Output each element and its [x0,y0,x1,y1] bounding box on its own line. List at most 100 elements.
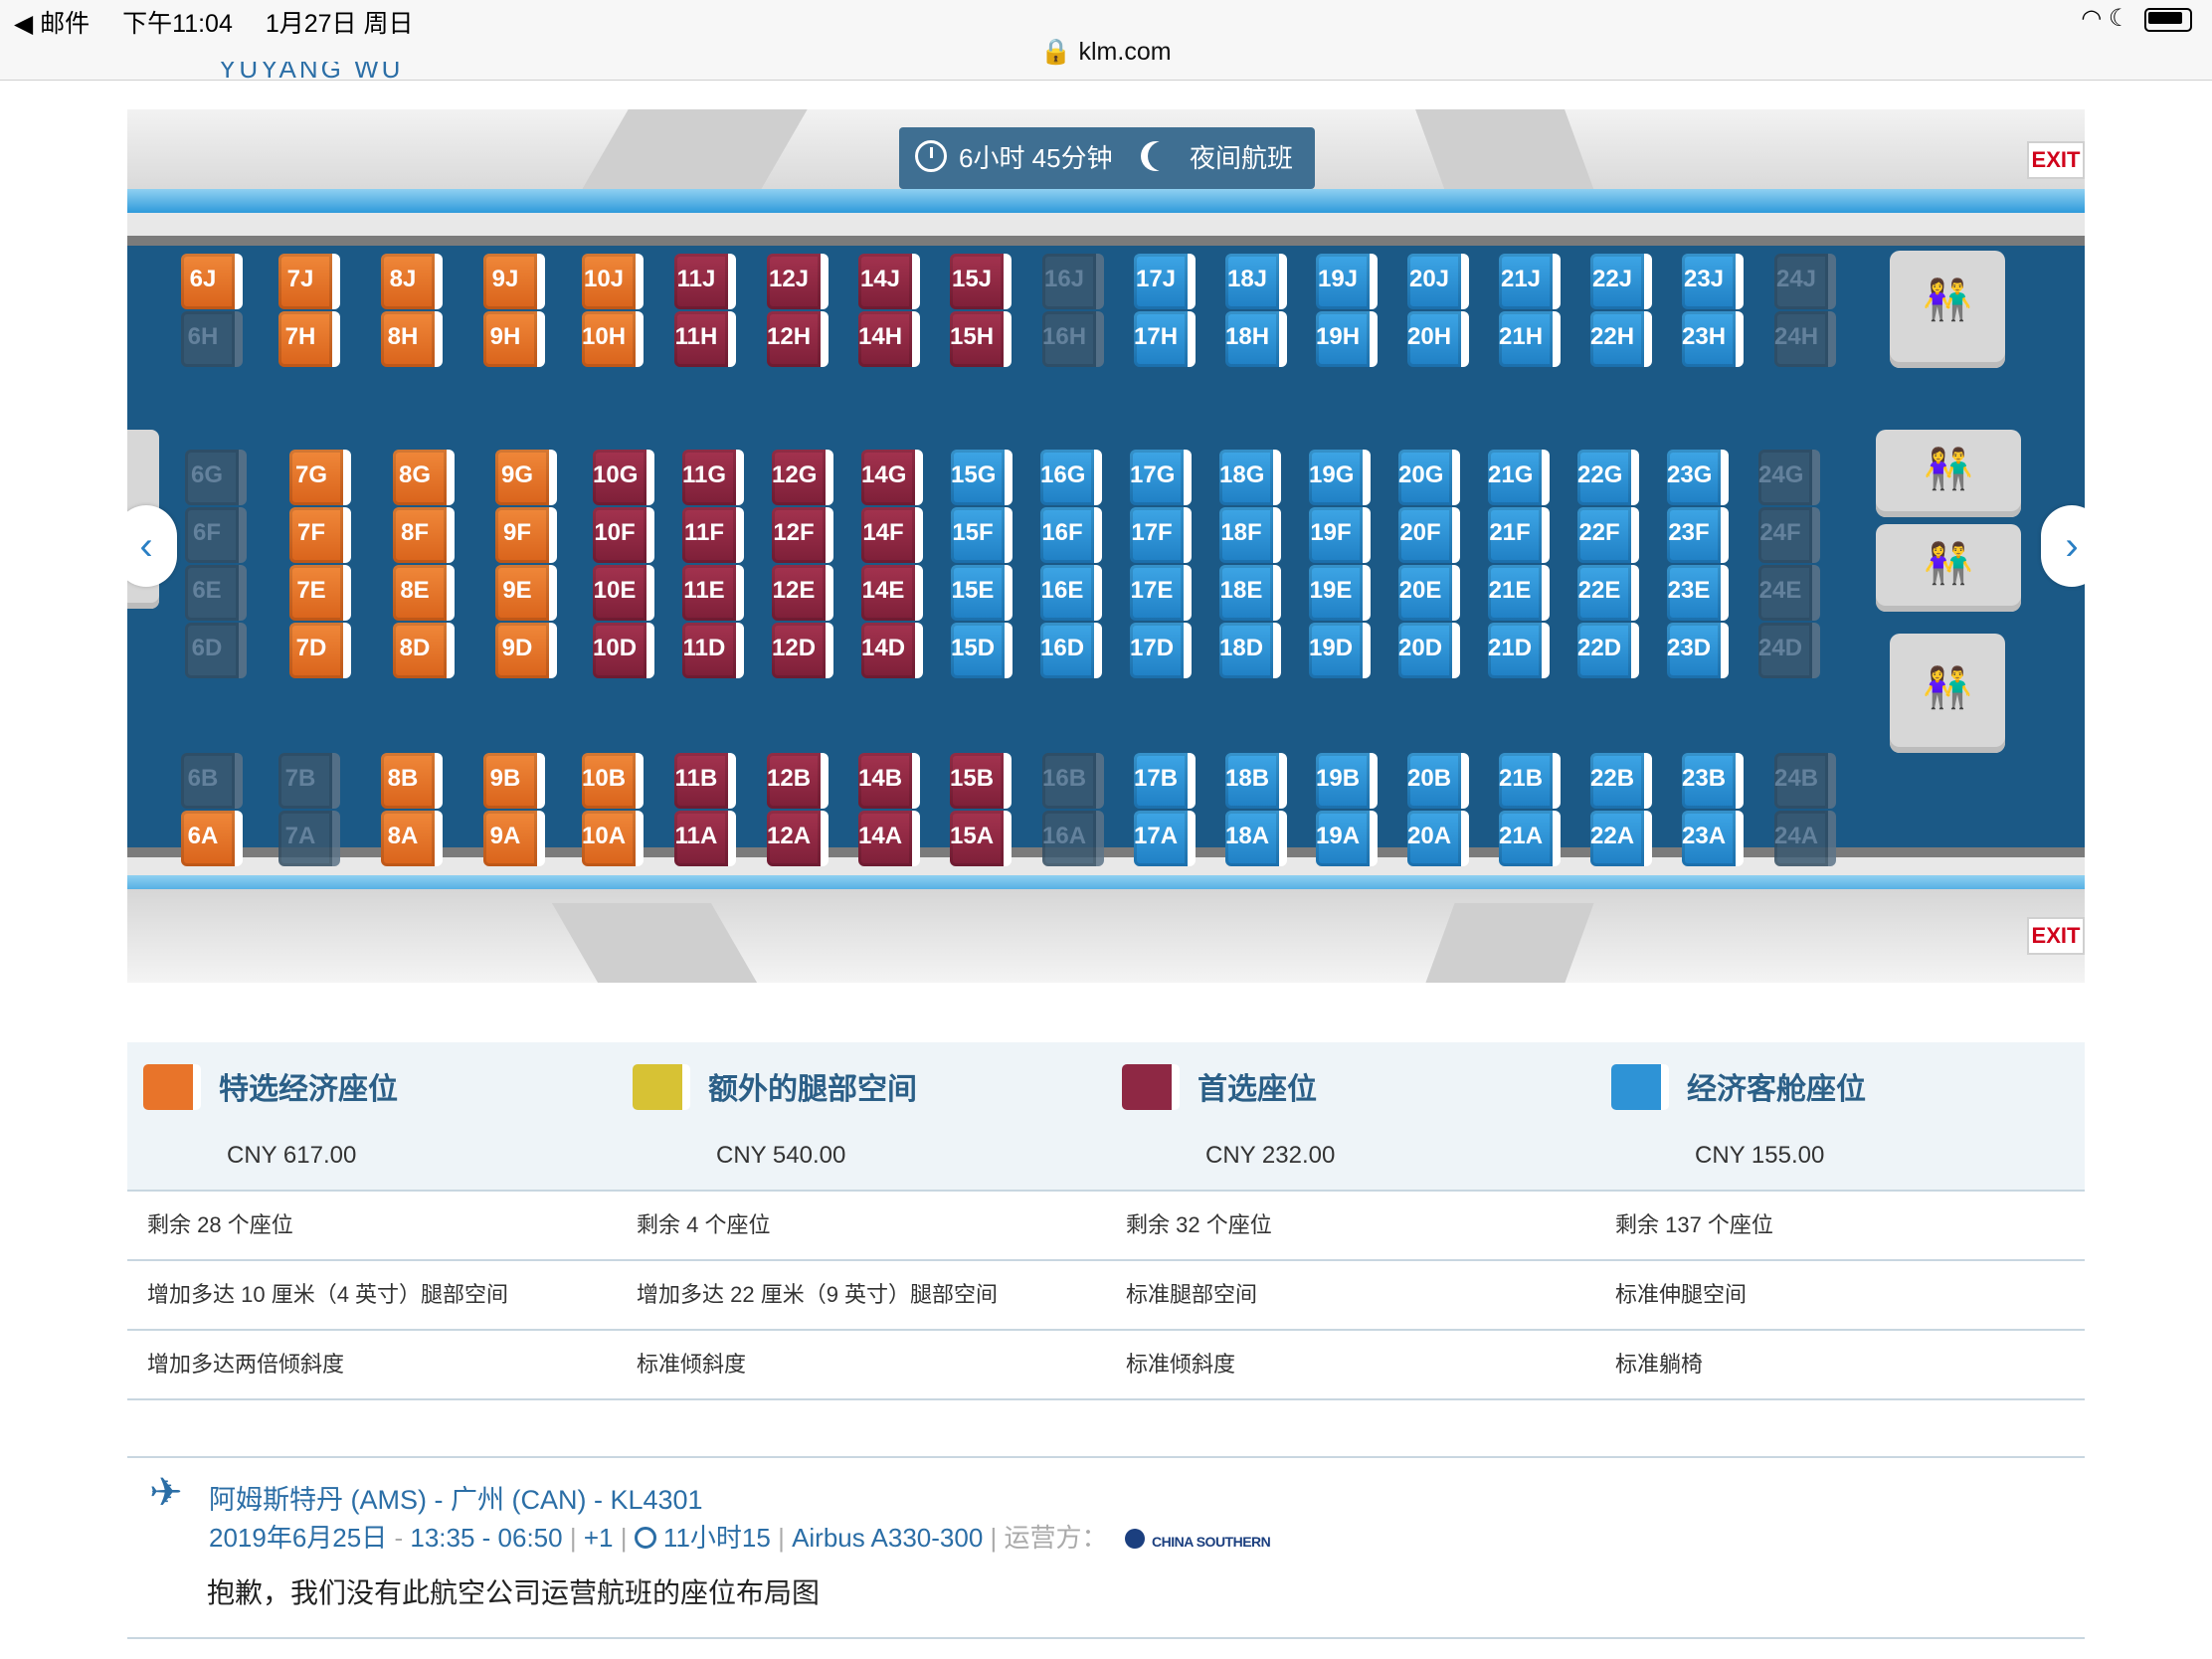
seat-7e[interactable]: 7E [289,565,351,621]
seat-8a[interactable]: 8A [381,811,443,866]
seat-10g[interactable]: 10G [593,450,654,505]
seat-17d[interactable]: 17D [1130,623,1192,678]
seat-15h[interactable]: 15H [950,311,1012,367]
seat-7f[interactable]: 7F [289,507,351,563]
seat-14h[interactable]: 14H [858,311,920,367]
seat-21g[interactable]: 21G [1488,450,1550,505]
seat-15f[interactable]: 15F [951,507,1013,563]
seat-20d[interactable]: 20D [1398,623,1460,678]
seat-10d[interactable]: 10D [593,623,654,678]
seat-23h[interactable]: 23H [1682,311,1744,367]
seat-16d[interactable]: 16D [1040,623,1102,678]
legend-extra-comfort[interactable]: 特选经济座位 CNY 617.00 [127,1042,617,1190]
seat-8j[interactable]: 8J [381,254,443,309]
flight-route[interactable]: 阿姆斯特丹 (AMS) - 广州 (CAN) - KL4301 [209,1478,703,1517]
seat-18f[interactable]: 18F [1219,507,1281,563]
seat-21e[interactable]: 21E [1488,565,1550,621]
seat-8b[interactable]: 8B [381,753,443,809]
seat-12e[interactable]: 12E [772,565,833,621]
seat-18e[interactable]: 18E [1219,565,1281,621]
seat-17e[interactable]: 17E [1130,565,1192,621]
seat-15g[interactable]: 15G [951,450,1013,505]
seat-11d[interactable]: 11D [682,623,744,678]
seat-18g[interactable]: 18G [1219,450,1281,505]
seat-20f[interactable]: 20F [1398,507,1460,563]
seat-14d[interactable]: 14D [861,623,923,678]
seat-23b[interactable]: 23B [1682,753,1744,809]
seat-19a[interactable]: 19A [1316,811,1378,866]
seat-19d[interactable]: 19D [1309,623,1371,678]
seat-12b[interactable]: 12B [767,753,829,809]
seat-7g[interactable]: 7G [289,450,351,505]
seat-12g[interactable]: 12G [772,450,833,505]
seat-9j[interactable]: 9J [483,254,545,309]
seat-14f[interactable]: 14F [861,507,923,563]
seat-9b[interactable]: 9B [483,753,545,809]
seat-19g[interactable]: 19G [1309,450,1371,505]
seat-10h[interactable]: 10H [582,311,644,367]
seat-8h[interactable]: 8H [381,311,443,367]
seat-10f[interactable]: 10F [593,507,654,563]
seat-9g[interactable]: 9G [495,450,557,505]
legend-extra-legroom[interactable]: 额外的腿部空间 CNY 540.00 [617,1042,1106,1190]
seat-22f[interactable]: 22F [1577,507,1639,563]
seat-14e[interactable]: 14E [861,565,923,621]
seat-19h[interactable]: 19H [1316,311,1378,367]
seat-18h[interactable]: 18H [1225,311,1287,367]
seat-20g[interactable]: 20G [1398,450,1460,505]
scroll-right-button[interactable]: › [2041,505,2085,587]
seat-9a[interactable]: 9A [483,811,545,866]
seat-6j[interactable]: 6J [181,254,243,309]
seat-9h[interactable]: 9H [483,311,545,367]
seat-12a[interactable]: 12A [767,811,829,866]
seat-20a[interactable]: 20A [1407,811,1469,866]
seat-22g[interactable]: 22G [1577,450,1639,505]
seat-14j[interactable]: 14J [858,254,920,309]
seat-21d[interactable]: 21D [1488,623,1550,678]
seat-17f[interactable]: 17F [1130,507,1192,563]
seat-15a[interactable]: 15A [950,811,1012,866]
seat-12j[interactable]: 12J [767,254,829,309]
seat-10b[interactable]: 10B [582,753,644,809]
seat-11a[interactable]: 11A [674,811,736,866]
seat-23a[interactable]: 23A [1682,811,1744,866]
scroll-left-button[interactable]: ‹ [127,505,177,587]
seat-23d[interactable]: 23D [1667,623,1729,678]
seat-9d[interactable]: 9D [495,623,557,678]
seat-20j[interactable]: 20J [1407,254,1469,309]
seat-16g[interactable]: 16G [1040,450,1102,505]
seat-8d[interactable]: 8D [393,623,455,678]
seat-23j[interactable]: 23J [1682,254,1744,309]
seat-22j[interactable]: 22J [1590,254,1652,309]
seat-7d[interactable]: 7D [289,623,351,678]
seat-18j[interactable]: 18J [1225,254,1287,309]
seat-11b[interactable]: 11B [674,753,736,809]
seat-17a[interactable]: 17A [1134,811,1196,866]
seat-23g[interactable]: 23G [1667,450,1729,505]
seat-9e[interactable]: 9E [495,565,557,621]
seat-19j[interactable]: 19J [1316,254,1378,309]
seat-11f[interactable]: 11F [682,507,744,563]
seat-20b[interactable]: 20B [1407,753,1469,809]
seat-15j[interactable]: 15J [950,254,1012,309]
seat-21b[interactable]: 21B [1499,753,1561,809]
seat-14b[interactable]: 14B [858,753,920,809]
back-to-mail-button[interactable]: ◀ 邮件 [14,10,90,38]
seat-14g[interactable]: 14G [861,450,923,505]
seat-22d[interactable]: 22D [1577,623,1639,678]
seat-18d[interactable]: 18D [1219,623,1281,678]
seat-7j[interactable]: 7J [278,254,340,309]
seat-20e[interactable]: 20E [1398,565,1460,621]
seat-16f[interactable]: 16F [1040,507,1102,563]
seat-10j[interactable]: 10J [582,254,644,309]
seat-15e[interactable]: 15E [951,565,1013,621]
seat-23e[interactable]: 23E [1667,565,1729,621]
seat-22h[interactable]: 22H [1590,311,1652,367]
seat-21f[interactable]: 21F [1488,507,1550,563]
legend-preferred[interactable]: 首选座位 CNY 232.00 [1106,1042,1595,1190]
seat-11j[interactable]: 11J [674,254,736,309]
seat-12f[interactable]: 12F [772,507,833,563]
seat-11g[interactable]: 11G [682,450,744,505]
seat-18a[interactable]: 18A [1225,811,1287,866]
seat-17b[interactable]: 17B [1134,753,1196,809]
